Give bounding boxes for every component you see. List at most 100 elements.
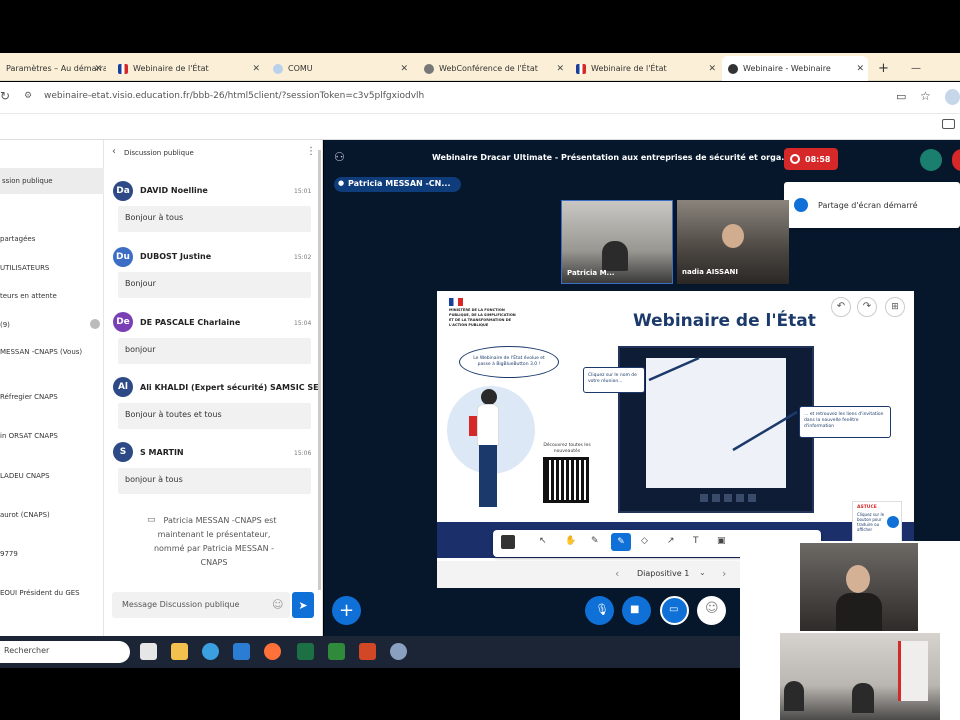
browser-tab[interactable]: WebConférence de l'État ✕ <box>418 56 568 81</box>
avatar: Da <box>113 181 133 201</box>
ministry-text: MINISTÈRE DE LA FONCTION PUBLIQUE, DE LA… <box>449 308 516 327</box>
edge-icon[interactable] <box>202 643 219 660</box>
user-list-item[interactable]: in ORSAT CNAPS <box>0 432 58 440</box>
task-view-icon[interactable] <box>140 643 157 660</box>
recording-indicator[interactable]: 08:58 <box>784 148 838 170</box>
webcam-person <box>852 683 874 713</box>
actions-plus-button[interactable]: + <box>332 596 361 625</box>
close-icon[interactable]: ✕ <box>708 64 716 74</box>
flag-icon <box>576 63 586 74</box>
text-tool-icon[interactable]: T <box>693 536 699 546</box>
note-tool-icon[interactable]: ▣ <box>717 536 726 546</box>
bookmark-star-icon[interactable]: ☆ <box>920 89 931 103</box>
webcam-tile[interactable]: Patricia M... <box>561 200 673 284</box>
send-button[interactable]: ➤ <box>292 592 314 618</box>
browser-tab[interactable]: Paramètres – Au démarrage✕ <box>0 56 106 81</box>
camera-button[interactable]: ■ <box>622 596 651 625</box>
screenshare-button[interactable]: ▭ <box>660 596 689 625</box>
webcam-person <box>846 565 870 593</box>
multi-user-icon[interactable]: ⊞ <box>885 297 905 317</box>
pencil-tool-icon[interactable]: ✎ <box>591 536 599 546</box>
sidebar-item-waiting-users[interactable]: teurs en attente <box>0 292 57 300</box>
woman-illustration-book <box>469 416 477 436</box>
browser-tab-bar: Paramètres – Au démarrage✕ Webinaire de … <box>0 53 960 81</box>
message-time: 15:02 <box>294 254 312 261</box>
hand-tool-icon[interactable]: ✋ <box>565 536 576 546</box>
flag-icon <box>118 63 128 74</box>
chevron-left-icon[interactable]: ‹ <box>112 146 116 157</box>
user-list-item[interactable]: LADEU CNAPS <box>0 472 50 480</box>
users-count: (9) <box>0 321 10 329</box>
close-icon[interactable]: ✕ <box>556 64 564 74</box>
message-author: S MARTIN <box>140 448 184 457</box>
sidebar-item-public-chat[interactable]: ssion publique <box>0 168 104 194</box>
reload-icon[interactable]: ↻ <box>0 89 10 103</box>
close-icon[interactable]: ✕ <box>94 64 102 74</box>
settings-gear-icon[interactable] <box>390 643 407 660</box>
user-list-item[interactable]: EOUI Président du GES <box>0 589 80 597</box>
eraser-tool-icon[interactable]: ◇ <box>641 536 648 546</box>
browser-tab[interactable]: COMU ✕ <box>267 56 412 81</box>
firefox-icon[interactable] <box>264 643 281 660</box>
reactions-button[interactable]: ☺ <box>697 596 726 625</box>
powerpoint-icon[interactable] <box>359 643 376 660</box>
url-field[interactable]: webinaire-etat.visio.education.fr/bbb-26… <box>44 91 424 101</box>
redo-icon[interactable]: ↷ <box>857 297 877 317</box>
taskbar-search[interactable]: Rechercher <box>0 641 130 663</box>
browser-tab[interactable]: Webinaire de l'État ✕ <box>570 56 720 81</box>
connection-status-icon[interactable] <box>920 149 942 171</box>
minimize-icon[interactable]: — <box>905 56 925 81</box>
message-author: DE PASCALE Charlaine <box>140 318 241 327</box>
message-text: Bonjour <box>118 272 311 298</box>
users-toggle-icon[interactable]: ⚇ <box>334 150 345 164</box>
chat-header: ‹ Discussion publique ⋮ <box>104 140 323 166</box>
tab-label: Webinaire de l'État <box>591 64 667 73</box>
folder-icon[interactable] <box>942 119 955 129</box>
close-icon[interactable]: ✕ <box>400 64 408 74</box>
user-list-item[interactable]: MESSAN -CNAPS (Vous) <box>0 348 82 356</box>
plus-icon: + <box>338 600 355 621</box>
message-text: Bonjour à toutes et tous <box>118 403 311 429</box>
astuce-label: ASTUCE <box>857 505 877 510</box>
chat-message-input[interactable]: Message Discussion publique ☺ <box>112 592 290 618</box>
presenter-badge[interactable]: ● Patricia MESSAN -CN... <box>334 177 461 192</box>
slide-page-selector[interactable]: Diapositive 1 <box>637 569 689 578</box>
leave-button[interactable] <box>952 149 960 171</box>
next-slide-icon[interactable]: › <box>722 567 726 580</box>
message-author: DAVID Noelline <box>140 186 208 195</box>
undo-icon[interactable]: ↶ <box>831 297 851 317</box>
emoji-icon[interactable]: ☺ <box>272 598 283 611</box>
select-tool-icon[interactable]: ↖ <box>539 536 547 546</box>
cast-icon[interactable]: ▭ <box>896 90 906 103</box>
new-tab-button[interactable]: + <box>872 56 892 81</box>
chevron-down-icon[interactable]: ⌄ <box>699 568 706 577</box>
close-icon[interactable]: ✕ <box>856 64 864 74</box>
notepad-icon[interactable] <box>328 643 345 660</box>
previous-slide-icon[interactable]: ‹ <box>615 567 619 580</box>
outlook-icon[interactable] <box>233 643 250 660</box>
browser-tab-active[interactable]: Webinaire - Webinaire ✕ <box>722 56 868 81</box>
arrow-tool-icon[interactable]: ↗ <box>667 536 675 546</box>
webcam-person-body <box>836 593 882 631</box>
file-explorer-icon[interactable] <box>171 643 188 660</box>
more-options-icon[interactable]: ⋮ <box>306 146 316 157</box>
microphone-button[interactable]: 🎙 <box>585 596 614 625</box>
settings-icon[interactable] <box>90 319 100 329</box>
presenter-name: Patricia MESSAN -CN... <box>348 179 451 188</box>
sidebar-item-shared-notes[interactable]: partagées <box>0 235 35 243</box>
tool-toggle-icon[interactable] <box>501 535 515 549</box>
user-list-item[interactable]: 9779 <box>0 550 18 558</box>
profile-icon[interactable] <box>945 89 960 105</box>
webcam-tile[interactable]: nadia AISSANI <box>677 200 789 284</box>
user-list-item[interactable]: aurot (CNAPS) <box>0 511 50 519</box>
site-info-icon[interactable]: ⚙ <box>24 91 32 101</box>
tab-label: Webinaire de l'État <box>133 64 209 73</box>
arrow-line <box>732 410 798 452</box>
excel-icon[interactable] <box>297 643 314 660</box>
browser-tab[interactable]: Webinaire de l'État ✕ <box>112 56 264 81</box>
user-list-item[interactable]: Réfregier CNAPS <box>0 393 58 401</box>
message-author: DUBOST Justine <box>140 252 212 261</box>
close-icon[interactable]: ✕ <box>252 64 260 74</box>
draw-tool-icon[interactable]: ✎ <box>611 533 631 551</box>
scrollbar[interactable] <box>318 150 321 590</box>
